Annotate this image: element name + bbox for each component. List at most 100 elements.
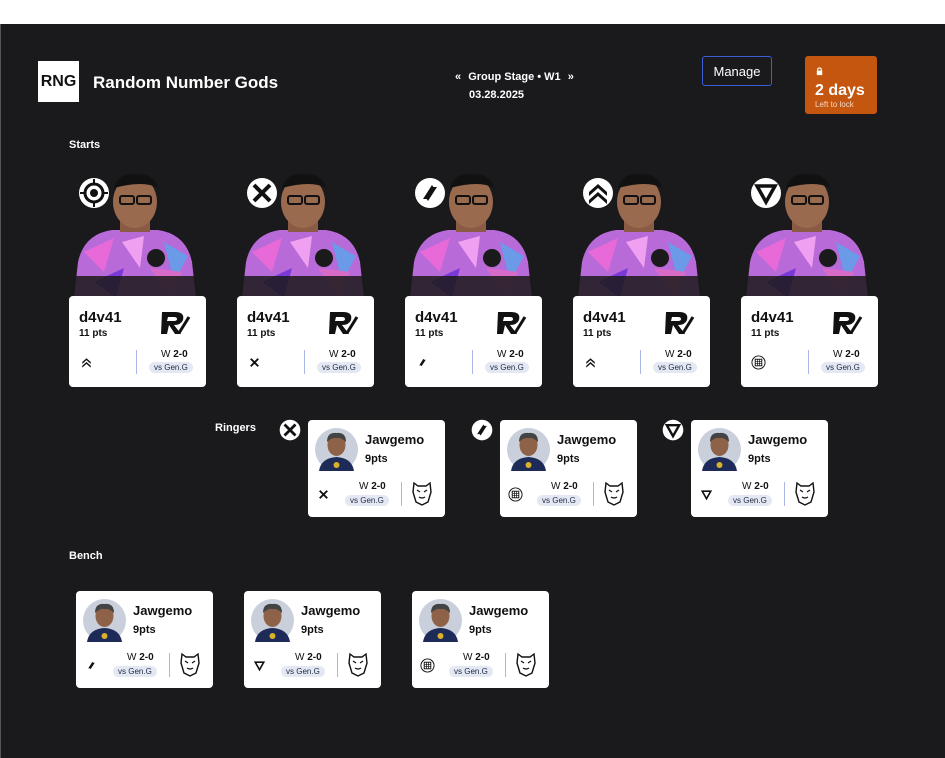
player-card[interactable]: d4v41 11 pts W 2-0 vs Gen.G xyxy=(573,296,710,387)
divider xyxy=(472,350,473,374)
bench-card[interactable]: Jawgemo 9pts W 2-0 vs Gen.G xyxy=(76,591,213,688)
player-card[interactable]: d4v41 11 pts W 2-0 vs Gen.G xyxy=(237,296,374,387)
divider xyxy=(136,350,137,374)
bench-card[interactable]: Jawgemo 9pts W 2-0 vs Gen.G xyxy=(244,591,381,688)
jungle-icon xyxy=(246,177,278,209)
manage-button[interactable]: Manage xyxy=(702,56,772,86)
bot-icon xyxy=(662,419,684,441)
starter-slot[interactable]: d4v41 11 pts W 2-0 vs Gen.G xyxy=(69,172,207,388)
team-g2-logo-icon xyxy=(410,480,434,506)
starter-slot[interactable]: d4v41 11 pts W 2-0 vs Gen.G xyxy=(237,172,375,388)
lock-icon xyxy=(816,67,823,76)
avatar xyxy=(698,428,741,471)
match-result: W 2-0 xyxy=(665,349,692,360)
bench-card[interactable]: Jawgemo 9pts W 2-0 vs Gen.G xyxy=(412,591,549,688)
team-name: Random Number Gods xyxy=(93,73,279,92)
mid-icon xyxy=(471,419,493,441)
result-prefix: W xyxy=(359,481,369,492)
next-week-button[interactable]: » xyxy=(568,71,574,83)
starter-slot[interactable]: d4v41 11 pts W 2-0 vs Gen.G xyxy=(573,172,711,388)
player-name: d4v41 xyxy=(79,309,122,326)
support-icon xyxy=(583,355,598,370)
prev-week-button[interactable]: « xyxy=(455,71,461,83)
result-prefix: W xyxy=(665,349,675,360)
team-icon xyxy=(420,658,435,673)
team-g2-logo-icon xyxy=(346,651,370,677)
match-result: W 2-0 xyxy=(551,481,578,492)
divider xyxy=(304,350,305,374)
result-prefix: W xyxy=(551,481,561,492)
bot-icon xyxy=(750,177,782,209)
match-result: W 2-0 xyxy=(329,349,356,360)
team-g2-logo-icon xyxy=(514,651,538,677)
stage-label: Group Stage • W1 xyxy=(468,71,561,83)
team-rx-logo-icon xyxy=(495,309,527,337)
player-name: Jawgemo xyxy=(748,432,808,447)
player-card[interactable]: d4v41 11 pts W 2-0 vs Gen.G xyxy=(69,296,206,387)
team-rx-logo-icon xyxy=(831,309,863,337)
jungle-icon xyxy=(279,419,301,441)
opponent-badge: vs Gen.G xyxy=(821,362,865,373)
ringers-heading: Ringers xyxy=(215,422,256,434)
support-icon xyxy=(79,355,94,370)
team-g2-logo-icon xyxy=(793,480,817,506)
player-name: Jawgemo xyxy=(365,432,425,447)
player-name: d4v41 xyxy=(247,309,290,326)
starter-slot[interactable]: d4v41 11 pts W 2-0 vs Gen.G xyxy=(405,172,543,388)
match-result: W 2-0 xyxy=(127,652,154,663)
ringer-card[interactable]: Jawgemo 9pts W 2-0 vs Gen.G xyxy=(691,420,828,517)
team-rx-logo-icon xyxy=(327,309,359,337)
player-points: 9pts xyxy=(365,453,388,465)
result-score: 2-0 xyxy=(475,652,490,663)
bot-icon xyxy=(252,658,267,673)
player-points: 9pts xyxy=(301,624,324,636)
result-prefix: W xyxy=(161,349,171,360)
team-rx-logo-icon xyxy=(159,309,191,337)
avatar xyxy=(419,599,462,642)
bot-icon xyxy=(699,487,714,502)
match-result: W 2-0 xyxy=(161,349,188,360)
player-name: Jawgemo xyxy=(557,432,617,447)
match-result: W 2-0 xyxy=(833,349,860,360)
result-score: 2-0 xyxy=(677,349,692,360)
stage-date: 03.28.2025 xyxy=(469,89,525,101)
ringer-card[interactable]: Jawgemo 9pts W 2-0 vs Gen.G xyxy=(500,420,637,517)
player-name: Jawgemo xyxy=(133,603,193,618)
ringer-card[interactable]: Jawgemo 9pts W 2-0 vs Gen.G xyxy=(308,420,445,517)
player-name: d4v41 xyxy=(415,309,458,326)
starter-slot[interactable]: d4v41 11 pts W 2-0 vs Gen.G xyxy=(741,172,879,388)
result-prefix: W xyxy=(295,652,305,663)
result-score: 2-0 xyxy=(139,652,154,663)
result-score: 2-0 xyxy=(371,481,386,492)
opponent-badge: vs Gen.G xyxy=(113,666,157,677)
avatar xyxy=(251,599,294,642)
player-name: d4v41 xyxy=(583,309,626,326)
avatar xyxy=(315,428,358,471)
player-card[interactable]: d4v41 11 pts W 2-0 vs Gen.G xyxy=(741,296,878,387)
divider xyxy=(808,350,809,374)
team-logo: RNG xyxy=(38,61,79,102)
player-name: Jawgemo xyxy=(301,603,361,618)
opponent-badge: vs Gen.G xyxy=(317,362,361,373)
player-points: 11 pts xyxy=(415,328,444,339)
jungle-icon xyxy=(316,487,331,502)
team-rx-logo-icon xyxy=(663,309,695,337)
result-score: 2-0 xyxy=(563,481,578,492)
result-prefix: W xyxy=(127,652,137,663)
lock-countdown-badge: 2 days Left to lock xyxy=(805,56,877,114)
match-result: W 2-0 xyxy=(497,349,524,360)
team-g2-logo-icon xyxy=(178,651,202,677)
opponent-badge: vs Gen.G xyxy=(345,495,389,506)
player-points: 11 pts xyxy=(751,328,780,339)
divider xyxy=(640,350,641,374)
team-icon xyxy=(751,355,766,370)
match-result: W 2-0 xyxy=(463,652,490,663)
mid-icon xyxy=(414,177,446,209)
stage-selector: « Group Stage • W1 » xyxy=(451,71,578,83)
player-points: 9pts xyxy=(748,453,771,465)
player-card[interactable]: d4v41 11 pts W 2-0 vs Gen.G xyxy=(405,296,542,387)
result-score: 2-0 xyxy=(754,481,769,492)
divider xyxy=(169,653,170,677)
divider xyxy=(784,482,785,506)
result-prefix: W xyxy=(463,652,473,663)
